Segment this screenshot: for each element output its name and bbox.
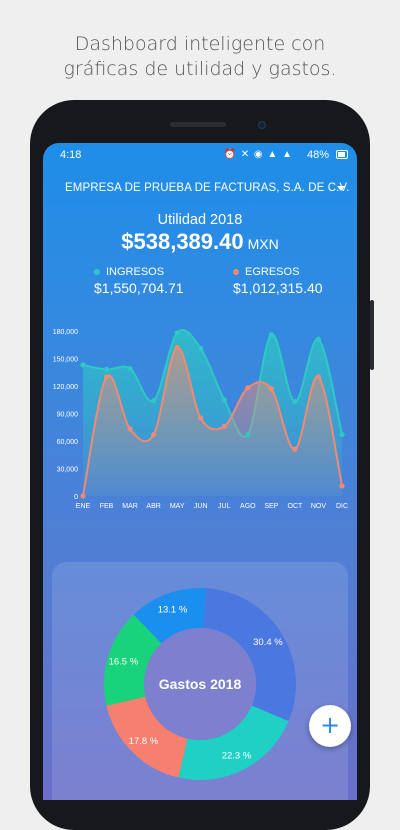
egresos-point <box>268 386 274 392</box>
egresos-point <box>80 493 86 499</box>
status-time: 4:18 <box>60 149 82 161</box>
ingresos-point <box>151 398 157 404</box>
egresos-point <box>221 423 227 429</box>
egresos-point <box>174 344 180 351</box>
egresos-amount: $1,012,315.40 <box>233 280 323 296</box>
donut-chart[interactable]: 30.4 % 22.3 % 17.8 % 16.5 % 13.1 % Gastos 201… <box>93 577 307 791</box>
egresos-point <box>127 426 133 432</box>
app-screen: 4:18 ⏰ ✕ ◉ ▲ ▲ 48% EMPRESA DE PRUEBA DE … <box>43 143 357 800</box>
donut-title: Gastos 2018 <box>159 676 242 692</box>
x-tick-label: NOV <box>311 503 327 510</box>
status-icons: ⏰ ✕ ◉ ▲ ▲ <box>223 149 293 160</box>
x-tick-label: OCT <box>288 503 304 510</box>
promo-caption-line1: Dashboard inteligente con <box>74 33 326 55</box>
y-tick-label: 150,000 <box>53 357 78 364</box>
y-tick-label: 90,000 <box>57 412 79 419</box>
line-chart[interactable]: 0 30,000 60,000 90,000 120,000 150,000 180,000… <box>43 313 357 543</box>
add-button[interactable]: + <box>309 705 351 747</box>
promo-caption-line2: gráficas de utilidad y gastos. <box>63 58 337 80</box>
company-selector[interactable]: EMPRESA DE PRUEBA DE FACTURAS, S.A. DE C… <box>65 182 349 194</box>
x-tick-label: MAR <box>122 503 138 510</box>
egresos-point <box>315 374 322 380</box>
donut-slice-label: 17.8 % <box>129 736 159 747</box>
y-tick-label: 0 <box>74 494 78 501</box>
y-tick-label: 60,000 <box>57 439 79 446</box>
phone-side-button <box>370 300 374 370</box>
donut-slice-label: 22.3 % <box>222 751 252 762</box>
ingresos-point <box>198 345 204 352</box>
status-bar: 4:18 ⏰ ✕ ◉ ▲ ▲ 48% <box>43 143 357 167</box>
ingresos-point <box>292 398 298 405</box>
ingresos-point <box>221 397 227 403</box>
battery-percent: 48% <box>306 149 329 161</box>
chevron-down-icon[interactable] <box>337 186 345 191</box>
legend-egresos[interactable]: EGRESOS $1,012,315.40 <box>233 266 323 296</box>
battery-icon <box>336 150 348 159</box>
ingresos-point <box>127 365 133 372</box>
x-tick-label: SEP <box>264 503 278 510</box>
ingresos-dot-icon <box>94 269 100 276</box>
egresos-point <box>198 415 204 421</box>
egresos-point <box>339 483 345 489</box>
ingresos-point <box>245 431 251 438</box>
egresos-point <box>151 431 157 438</box>
egresos-label: EGRESOS <box>245 266 300 278</box>
ingresos-point <box>268 332 274 338</box>
donut-slice-label: 30.4 % <box>253 637 283 648</box>
x-tick-label: ABR <box>146 503 160 510</box>
utility-value: $538,389.40 MXN <box>43 229 357 255</box>
y-tick-label: 30,000 <box>57 467 79 474</box>
ingresos-label: INGRESOS <box>106 266 165 278</box>
egresos-point <box>103 374 110 380</box>
phone-speaker <box>170 122 226 127</box>
x-tick-label: ENE <box>76 503 91 510</box>
ingresos-point <box>339 431 345 438</box>
egresos-point <box>292 446 298 452</box>
utility-currency: MXN <box>247 236 279 252</box>
egresos-point <box>245 385 251 391</box>
ingresos-amount: $1,550,704.71 <box>94 280 184 296</box>
egresos-dot-icon <box>233 269 239 276</box>
phone-camera <box>258 121 266 129</box>
legend-ingresos[interactable]: INGRESOS $1,550,704.71 <box>94 266 184 296</box>
y-tick-label: 180,000 <box>53 329 78 336</box>
donut-slice-label: 16.5 % <box>109 657 139 668</box>
ingresos-point <box>174 330 180 336</box>
donut-slice-label: 13.1 % <box>158 604 188 615</box>
utility-label: Utilidad 2018 <box>157 212 243 228</box>
y-tick-label: 120,000 <box>53 384 78 391</box>
ingresos-point <box>103 366 110 373</box>
x-tick-label: AGO <box>240 503 256 510</box>
x-tick-label: JUN <box>194 503 208 510</box>
x-tick-label: JUL <box>218 503 231 510</box>
x-tick-label: MAY <box>170 503 185 510</box>
ingresos-point <box>315 336 322 342</box>
x-tick-label: DIC <box>336 503 348 510</box>
x-tick-label: FEB <box>100 503 114 510</box>
utility-amount: $538,389.40 <box>121 229 244 254</box>
ingresos-point <box>80 362 86 368</box>
